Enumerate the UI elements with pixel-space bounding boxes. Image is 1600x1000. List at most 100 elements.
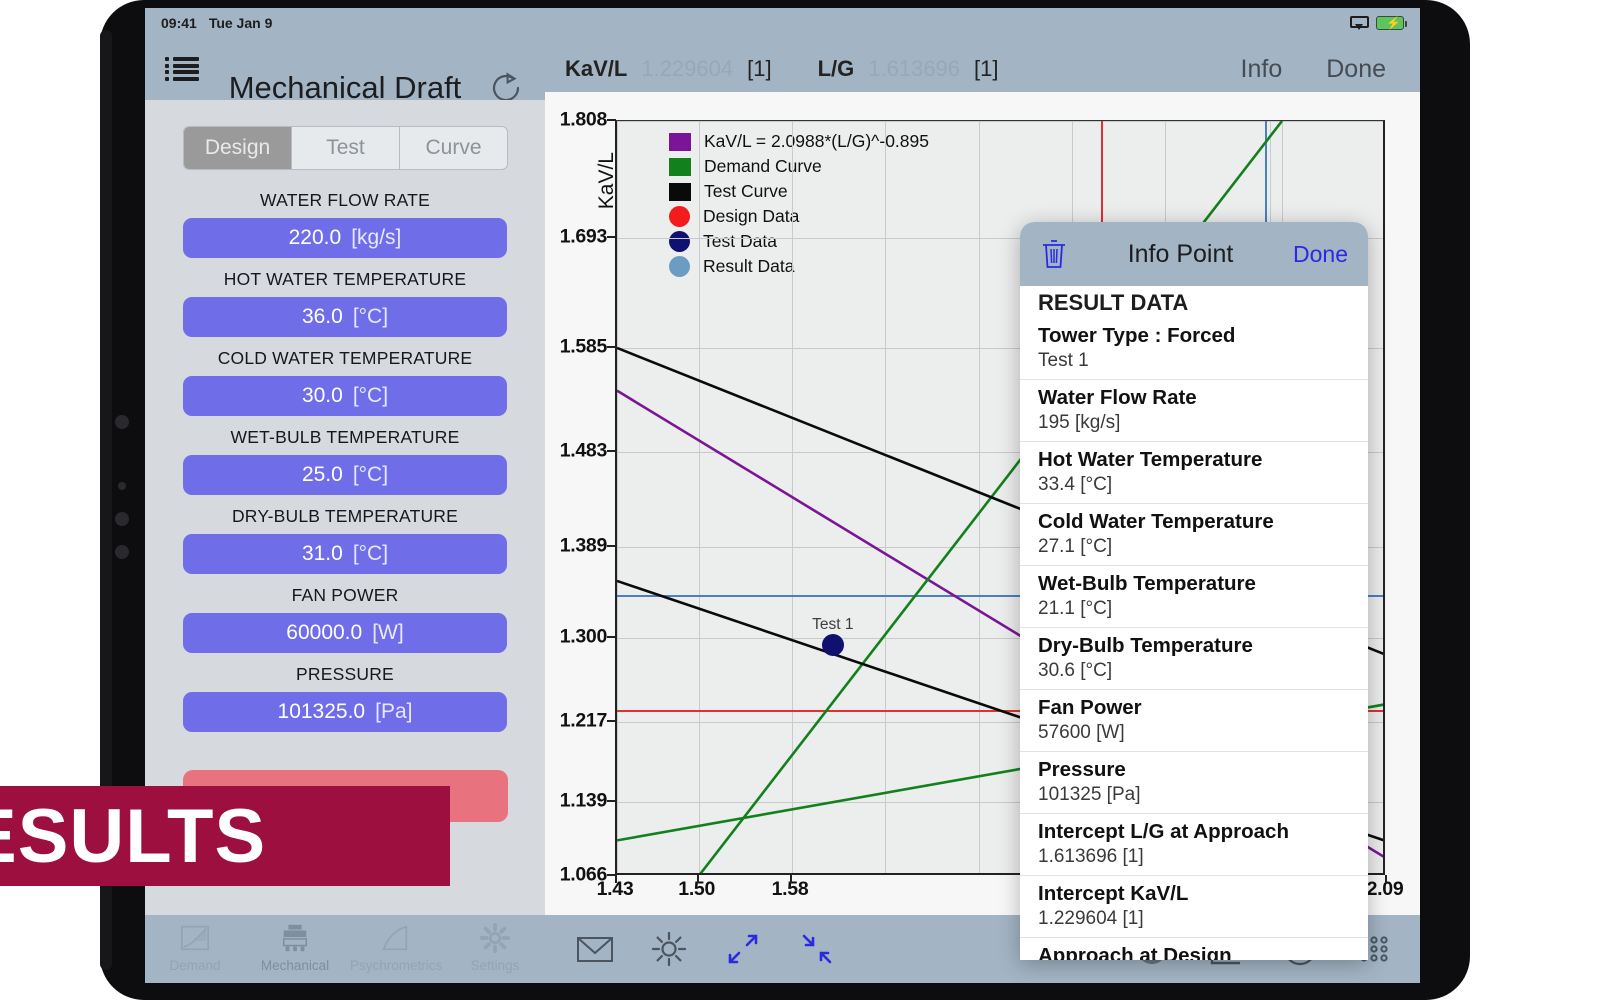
field-number-3: 25.0 — [301, 463, 343, 486]
result-row-key-3: Cold Water Temperature — [1038, 510, 1274, 533]
tab-settings[interactable]: Settings — [450, 921, 540, 973]
field-number-1: 36.0 — [301, 305, 343, 328]
status-date: Tue Jan 9 — [208, 15, 273, 31]
result-row-3: Cold Water Temperature 27.1 [°C] — [1020, 504, 1368, 566]
x-tick-mark-9 — [1385, 875, 1387, 883]
device-button — [115, 545, 129, 559]
data-point-label-1: Test 1 — [812, 616, 854, 634]
field-label-1: HOT WATER TEMPERATURE — [223, 269, 467, 289]
result-row-key-7: Pressure — [1038, 758, 1126, 781]
segment-curve[interactable]: Curve — [400, 127, 507, 169]
segment-design[interactable]: Design — [184, 127, 292, 169]
info-point-popover: Info Point Done RESULT DATA Tower Type :… — [1020, 222, 1368, 960]
field-value-0[interactable]: 220.0 [kg/s] — [183, 218, 507, 258]
field-unit-4: [°C] — [352, 542, 389, 565]
popover-done-button[interactable]: Done — [1293, 241, 1348, 268]
result-row-value-2: 33.4 [°C] — [1038, 474, 1113, 495]
mail-icon[interactable] — [575, 929, 615, 969]
field-value-3[interactable]: 25.0 [°C] — [183, 455, 507, 495]
status-bar: 09:41 Tue Jan 9 ⚡ — [145, 8, 1420, 38]
gear-icon[interactable] — [649, 929, 689, 969]
x-tick-mark-1 — [696, 875, 699, 883]
cooling-tower-icon — [250, 921, 340, 955]
field-label-5: FAN POWER — [291, 585, 399, 605]
result-row-key-0: Tower Type : Forced — [1038, 324, 1236, 347]
result-data-section-title: RESULT DATA — [1038, 290, 1189, 315]
result-row-value-5: 30.6 [°C] — [1038, 660, 1113, 681]
tab-mechanical[interactable]: Mechanical — [250, 921, 340, 973]
trash-icon[interactable] — [1040, 238, 1068, 270]
result-row-value-3: 27.1 [°C] — [1038, 536, 1113, 557]
result-row-6: Fan Power 57600 [W] — [1020, 690, 1368, 752]
navbar-left: Mechanical Draft — [145, 57, 545, 105]
field-unit-6: [Pa] — [375, 700, 413, 723]
lg-label: L/G — [817, 56, 855, 81]
y-tick-label-5: 1.300 — [559, 625, 608, 648]
result-row-8: Intercept L/G at Approach 1.613696 [1] — [1020, 814, 1368, 876]
popover-header: Info Point Done — [1020, 222, 1368, 286]
field-value-6[interactable]: 101325.0 [Pa] — [183, 692, 507, 732]
data-point-1[interactable] — [821, 634, 844, 657]
result-row-7: Pressure 101325 [Pa] — [1020, 752, 1368, 814]
device-button — [115, 512, 129, 526]
field-unit-1: [°C] — [352, 305, 389, 328]
field-value-2[interactable]: 30.0 [°C] — [183, 376, 507, 416]
result-row-4: Wet-Bulb Temperature 21.1 [°C] — [1020, 566, 1368, 628]
result-row-key-9: Intercept KaV/L — [1038, 882, 1189, 905]
done-button[interactable]: Done — [1326, 55, 1386, 84]
tab-psychrometrics[interactable]: Psychrometrics — [350, 921, 443, 973]
status-time: 09:41 — [161, 15, 197, 31]
field-value-5[interactable]: 60000.0 [W] — [183, 613, 507, 653]
popover-title: Info Point — [1127, 239, 1234, 268]
y-tick-label-6: 1.217 — [559, 709, 608, 732]
y-tick-mark-1 — [607, 236, 616, 238]
battery-charging-icon: ⚡ — [1376, 16, 1407, 30]
tab-label-psychrometrics: Psychrometrics — [350, 958, 443, 973]
segment-test[interactable]: Test — [292, 127, 400, 169]
y-tick-label-3: 1.483 — [559, 439, 608, 462]
result-row-1: Water Flow Rate 195 [kg/s] — [1020, 380, 1368, 442]
info-button[interactable]: Info — [1241, 55, 1283, 84]
result-row-value-9: 1.229604 [1] — [1038, 908, 1144, 929]
field-unit-5: [W] — [372, 621, 404, 644]
x-tick-mark-0 — [615, 875, 617, 883]
result-row-key-5: Dry-Bulb Temperature — [1038, 634, 1253, 657]
field-number-5: 60000.0 — [286, 621, 363, 644]
popover-body: RESULT DATA Tower Type : Forced Test 1 Wat… — [1020, 286, 1368, 960]
kavl-value: 1.229604 — [641, 56, 734, 81]
gear-icon — [450, 921, 540, 955]
mode-segmented-control[interactable]: Design Test Curve — [183, 126, 508, 170]
screenshot-root: 09:41 Tue Jan 9 ⚡ Mechanical Draft KaV/L… — [0, 0, 1600, 1000]
y-tick-label-1: 1.693 — [559, 225, 608, 248]
field-value-1[interactable]: 36.0 [°C] — [183, 297, 507, 337]
bottom-tab-bar[interactable]: Demand Mechanical Psychrometrics Settings — [145, 915, 545, 983]
result-row-10: Approach at Design4.988772 [°C] — [1020, 938, 1368, 960]
result-row-key-10: Approach at Design — [1038, 944, 1232, 960]
device-button — [118, 482, 126, 490]
result-data-rows: Tower Type : Forced Test 1 Water Flow Rate… — [1020, 318, 1368, 960]
result-row-9: Intercept KaV/L 1.229604 [1] — [1020, 876, 1368, 938]
results-banner-text: ESULTS — [0, 793, 267, 879]
y-tick-mark-0 — [607, 119, 616, 121]
result-row-0: Tower Type : Forced Test 1 — [1020, 318, 1368, 380]
field-value-4[interactable]: 31.0 [°C] — [183, 534, 507, 574]
navigation-bar: Mechanical Draft KaV/L 1.229604 [1] L/G … — [145, 38, 1420, 105]
result-row-key-2: Hot Water Temperature — [1038, 448, 1263, 471]
result-row-value-4: 21.1 [°C] — [1038, 598, 1113, 619]
field-unit-3: [°C] — [352, 463, 389, 486]
tab-demand[interactable]: Demand — [150, 921, 240, 973]
result-row-value-1: 195 [kg/s] — [1038, 412, 1121, 433]
collapse-icon[interactable] — [797, 929, 837, 969]
lg-value: 1.613696 — [868, 56, 961, 81]
field-list: WATER FLOW RATE 220.0 [kg/s] HOT WATER TEMP… — [183, 190, 507, 732]
expand-icon[interactable] — [723, 929, 763, 969]
y-tick-mark-6 — [607, 720, 616, 723]
y-tick-mark-3 — [607, 449, 616, 452]
kavl-unit: [1] — [747, 56, 772, 81]
result-row-2: Hot Water Temperature 33.4 [°C] — [1020, 442, 1368, 504]
results-banner: ESULTS — [0, 786, 450, 886]
field-number-6: 101325.0 — [277, 700, 366, 723]
field-number-4: 31.0 — [301, 542, 343, 565]
y-tick-mark-5 — [607, 635, 616, 638]
psychro-curve-icon — [350, 921, 440, 955]
